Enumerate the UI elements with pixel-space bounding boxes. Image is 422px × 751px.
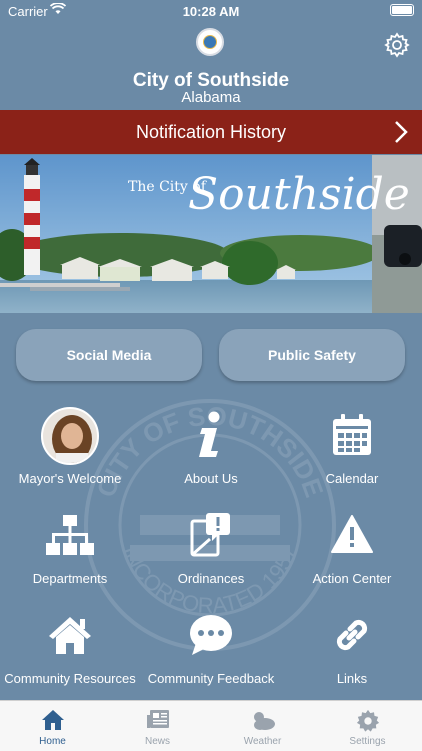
home-icon [49, 617, 91, 654]
tab-home[interactable]: Home [0, 701, 105, 751]
tab-news-label: News [144, 736, 170, 747]
tab-weather-label: Weather [243, 736, 282, 747]
tab-settings-label: Settings [349, 736, 386, 747]
battery-icon [390, 4, 414, 16]
chat-icon [190, 615, 232, 655]
calendar-item[interactable]: Calendar [282, 407, 422, 491]
newspaper-icon [146, 710, 169, 728]
departments-label: Departments [32, 571, 108, 586]
public-safety-button[interactable]: Public Safety [219, 329, 405, 381]
link-icon [336, 619, 368, 651]
links-label: Links [336, 671, 368, 686]
community-resources-label: Community Resources [4, 671, 136, 686]
about-us-item[interactable]: About Us [141, 407, 281, 491]
mayor-photo [41, 407, 99, 465]
ordinances-label: Ordinances [177, 571, 245, 586]
tab-weather[interactable]: Weather [210, 701, 315, 751]
links-item[interactable]: Links [282, 607, 422, 691]
org-chart-icon [46, 515, 94, 555]
settings-gear-icon [356, 709, 379, 732]
action-center-label: Action Center [312, 571, 392, 586]
hero-caption-script: Southside [188, 169, 410, 220]
social-media-button[interactable]: Social Media [16, 329, 202, 381]
calendar-icon [333, 414, 371, 455]
community-resources-item[interactable]: Community Resources [0, 607, 140, 691]
tab-settings[interactable]: Settings [315, 701, 420, 751]
city-seal-logo [196, 28, 224, 56]
info-icon [199, 411, 220, 457]
notification-history-label: Notification History [135, 122, 287, 142]
chevron-right-icon [395, 121, 408, 143]
calendar-label: Calendar [325, 471, 379, 486]
status-bar: Carrier 10:28 AM [0, 0, 422, 22]
notification-history-button[interactable]: Notification History [0, 110, 422, 154]
mayors-welcome-item[interactable]: Mayor's Welcome [0, 407, 140, 491]
weather-icon [253, 712, 275, 730]
community-feedback-item[interactable]: Community Feedback [141, 607, 281, 691]
document-alert-icon [190, 513, 230, 557]
ordinances-item[interactable]: Ordinances [141, 507, 281, 591]
community-feedback-label: Community Feedback [147, 671, 275, 686]
tab-bar: Home News Weather Settings [0, 700, 422, 751]
hero-banner[interactable]: The City of Southside [0, 155, 422, 313]
home-tab-icon [41, 710, 64, 730]
action-center-item[interactable]: Action Center [282, 507, 422, 591]
about-us-label: About Us [184, 471, 238, 486]
warning-icon [331, 515, 373, 553]
tab-home-label: Home [39, 736, 66, 747]
gear-icon[interactable] [384, 32, 410, 58]
departments-item[interactable]: Departments [0, 507, 140, 591]
clock: 10:28 AM [182, 4, 240, 19]
app-header: City of Southside Alabama [0, 22, 422, 110]
mayors-welcome-label: Mayor's Welcome [18, 471, 122, 486]
state-subtitle: Alabama [181, 89, 241, 106]
tab-news[interactable]: News [105, 701, 210, 751]
